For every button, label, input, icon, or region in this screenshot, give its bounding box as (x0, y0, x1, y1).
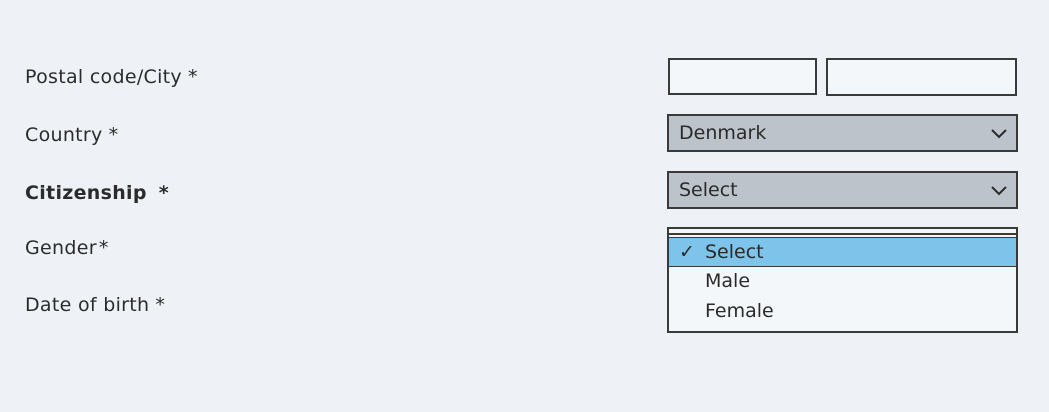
dob-label-text: Date of birth (25, 294, 150, 316)
required-mark: * (187, 66, 198, 88)
required-mark: * (155, 294, 166, 316)
dropdown-top-edge (667, 227, 1018, 235)
gender-dropdown[interactable]: ✓ Select Male Female (667, 227, 1018, 333)
country-select-value: Denmark (679, 122, 767, 144)
postal-city-label: Postal code/City * (25, 66, 198, 88)
gender-option-label: Select (705, 241, 764, 263)
gender-option-female[interactable]: Female (669, 297, 1016, 325)
country-label: Country * (25, 124, 118, 146)
gender-label-text: Gender (25, 237, 97, 259)
required-mark: * (98, 237, 109, 259)
citizenship-select-value: Select (679, 179, 738, 201)
required-mark: * (108, 124, 119, 146)
chevron-down-icon (991, 129, 1007, 139)
check-icon: ✓ (679, 241, 695, 263)
citizenship-select[interactable]: Select (667, 171, 1018, 209)
country-select[interactable]: Denmark (667, 114, 1018, 152)
country-label-text: Country (25, 124, 103, 146)
city-input[interactable] (826, 58, 1017, 96)
gender-option-select[interactable]: ✓ Select (669, 237, 1016, 267)
postal-city-label-text: Postal code/City (25, 66, 182, 88)
dob-label: Date of birth * (25, 294, 165, 316)
chevron-down-icon (991, 186, 1007, 196)
required-mark: * (158, 182, 170, 204)
gender-label: Gender * (25, 237, 109, 259)
gender-option-label: Female (705, 300, 774, 322)
gender-option-male[interactable]: Male (669, 267, 1016, 295)
citizenship-label: Citizenship * (25, 182, 169, 204)
gender-option-label: Male (705, 270, 751, 292)
citizenship-label-text: Citizenship (25, 182, 147, 204)
postal-code-input[interactable] (668, 58, 817, 95)
